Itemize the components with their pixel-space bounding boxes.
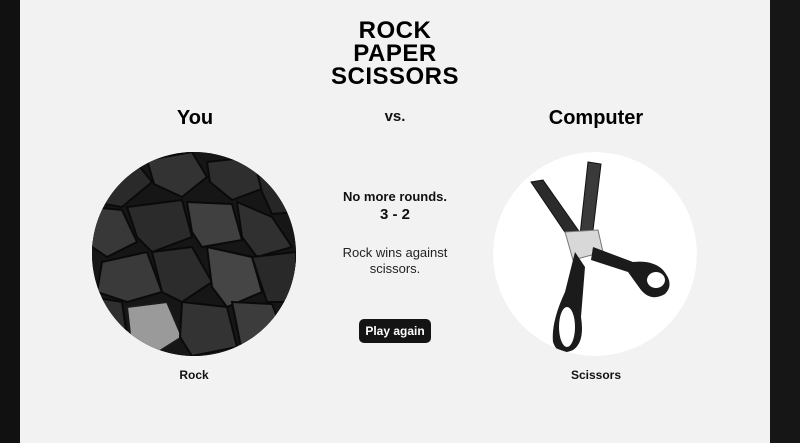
window-edge	[770, 0, 800, 443]
scissors-image	[493, 152, 697, 356]
player-choice-image	[92, 152, 296, 356]
status-message: No more rounds.	[342, 189, 447, 204]
vs-label: vs.	[384, 108, 406, 125]
rock-image	[92, 152, 296, 356]
title-line: PAPER	[353, 40, 437, 67]
game-title: ROCK PAPER SCISSORS	[20, 17, 770, 90]
title-line: ROCK	[358, 17, 432, 44]
computer-choice-image	[493, 152, 697, 356]
title-line: SCISSORS	[330, 63, 460, 90]
you-label: You	[176, 107, 214, 129]
computer-choice-label: Scissors	[570, 368, 622, 382]
score: 3 - 2	[379, 206, 410, 223]
player-choice-label: Rock	[179, 368, 209, 382]
result-message: Rock wins against scissors.	[342, 245, 448, 276]
game-panel: ROCK PAPER SCISSORS You vs. Computer Roc…	[20, 0, 770, 443]
computer-label: Computer	[548, 107, 644, 129]
play-again-button[interactable]: Play again	[359, 319, 431, 343]
